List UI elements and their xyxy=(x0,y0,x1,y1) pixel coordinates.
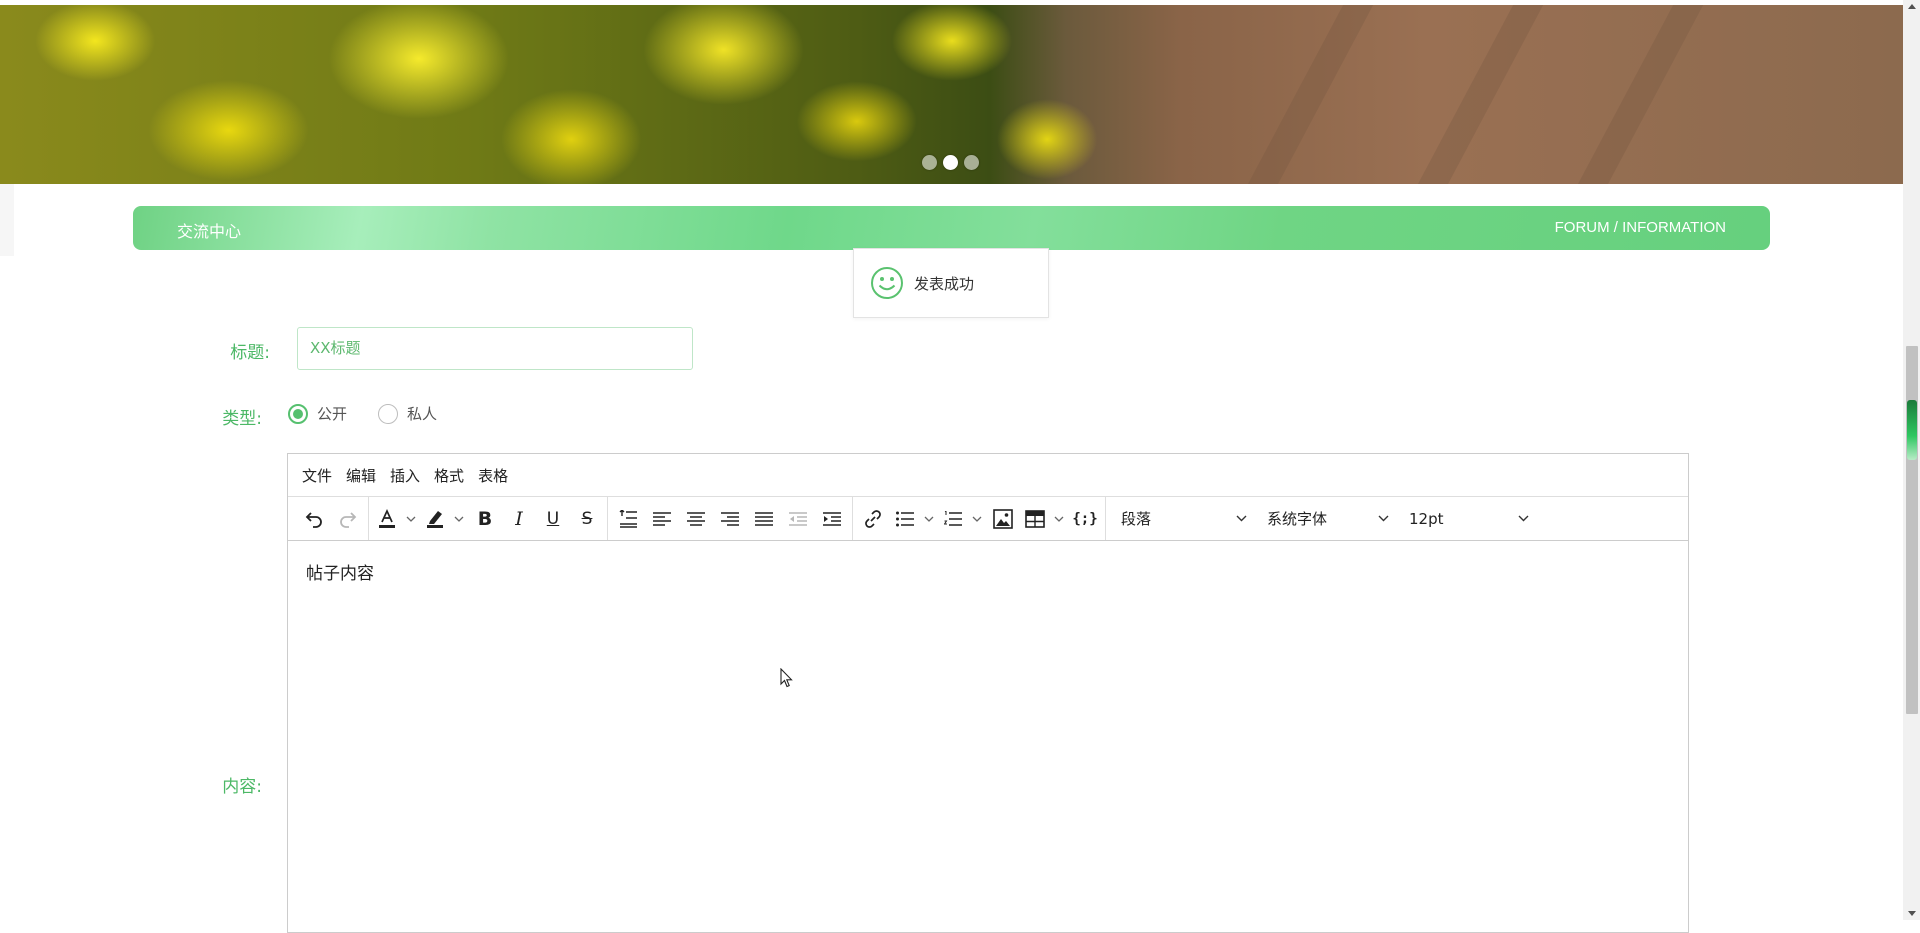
banner-decoration xyxy=(1226,5,1384,184)
font-size-value: 12pt xyxy=(1409,509,1444,528)
menu-edit[interactable]: 编辑 xyxy=(346,465,386,486)
title-input[interactable]: XX标题 xyxy=(297,327,693,370)
page-scrollbar[interactable] xyxy=(1903,0,1920,920)
bullet-list-split[interactable] xyxy=(890,502,938,536)
insert-group: {;} xyxy=(853,497,1106,540)
block-format-select[interactable]: 段落 xyxy=(1109,502,1255,536)
carousel-dots xyxy=(922,155,979,170)
editor-content-area[interactable]: 帖子内容 xyxy=(288,541,1688,602)
carousel-dot-active[interactable] xyxy=(943,155,958,170)
chevron-down-icon xyxy=(1518,515,1529,522)
font-size-select[interactable]: 12pt xyxy=(1397,502,1537,536)
outdent-icon[interactable] xyxy=(781,502,815,536)
radio-private-label: 私人 xyxy=(407,405,438,423)
chevron-down-icon[interactable] xyxy=(920,502,938,536)
text-color-split[interactable] xyxy=(372,502,420,536)
highlight-split[interactable] xyxy=(420,502,468,536)
title-label: 标题: xyxy=(230,343,270,363)
numbered-list-icon[interactable] xyxy=(938,502,968,536)
font-family-select[interactable]: 系统字体 xyxy=(1255,502,1397,536)
menu-table[interactable]: 表格 xyxy=(478,465,518,486)
editor-menubar: 文件 编辑 插入 格式 表格 xyxy=(288,454,1688,497)
radio-public-indicator[interactable] xyxy=(288,403,308,424)
section-subtitle: FORUM / INFORMATION xyxy=(1554,219,1726,236)
chevron-down-icon[interactable] xyxy=(402,502,420,536)
carousel-dot[interactable] xyxy=(964,155,979,170)
italic-icon[interactable]: I xyxy=(502,502,536,536)
text-color-icon[interactable] xyxy=(372,502,402,536)
scroll-progress-indicator xyxy=(1907,400,1917,460)
scroll-down-arrow-icon[interactable] xyxy=(1908,911,1916,916)
align-center-icon[interactable] xyxy=(679,502,713,536)
content-label: 内容: xyxy=(222,777,262,797)
table-icon[interactable] xyxy=(1020,502,1050,536)
history-group xyxy=(294,497,369,540)
align-group xyxy=(608,497,853,540)
menu-insert[interactable]: 插入 xyxy=(390,465,430,486)
chevron-down-icon[interactable] xyxy=(968,502,986,536)
chevron-down-icon xyxy=(1378,515,1389,522)
underline-icon[interactable]: U xyxy=(536,502,570,536)
carousel-dot[interactable] xyxy=(922,155,937,170)
undo-icon[interactable] xyxy=(297,502,331,536)
radio-private[interactable]: 私人 xyxy=(378,403,437,424)
radio-private-indicator[interactable] xyxy=(378,403,398,424)
block-format-value: 段落 xyxy=(1121,510,1152,528)
align-right-icon[interactable] xyxy=(713,502,747,536)
line-height-icon[interactable] xyxy=(611,502,645,536)
indent-icon[interactable] xyxy=(815,502,849,536)
menu-format[interactable]: 格式 xyxy=(434,465,474,486)
radio-public[interactable]: 公开 xyxy=(288,403,347,424)
format-select-group: 段落 系统字体 12pt xyxy=(1106,497,1540,540)
type-label: 类型: xyxy=(222,409,262,429)
redo-icon[interactable] xyxy=(331,502,365,536)
rich-text-editor: 文件 编辑 插入 格式 表格 B I U S {;} 段落 系统字体 12pt … xyxy=(287,453,1689,933)
banner-decoration xyxy=(1396,5,1554,184)
code-sample-icon[interactable]: {;} xyxy=(1068,502,1102,536)
text-style-group: B I U S xyxy=(369,497,608,540)
bold-icon[interactable]: B xyxy=(468,502,502,536)
font-family-value: 系统字体 xyxy=(1267,510,1328,528)
bullet-list-icon[interactable] xyxy=(890,502,920,536)
section-header: 交流中心 FORUM / INFORMATION xyxy=(133,206,1770,250)
align-justify-icon[interactable] xyxy=(747,502,781,536)
editor-toolbar: B I U S {;} 段落 系统字体 12pt xyxy=(288,497,1688,541)
section-title: 交流中心 xyxy=(177,222,242,241)
chevron-down-icon xyxy=(1236,515,1247,522)
menu-file[interactable]: 文件 xyxy=(302,465,342,486)
success-toast: 发表成功 xyxy=(853,248,1049,318)
align-left-icon[interactable] xyxy=(645,502,679,536)
table-split[interactable] xyxy=(1020,502,1068,536)
page-edge xyxy=(0,184,14,256)
numbered-list-split[interactable] xyxy=(938,502,986,536)
radio-public-label: 公开 xyxy=(317,405,348,423)
post-content-text: 帖子内容 xyxy=(306,564,374,584)
mouse-cursor-icon xyxy=(780,668,793,688)
chevron-down-icon[interactable] xyxy=(1050,502,1068,536)
image-icon[interactable] xyxy=(986,502,1020,536)
toast-message: 发表成功 xyxy=(914,274,975,293)
highlight-icon[interactable] xyxy=(420,502,450,536)
chevron-down-icon[interactable] xyxy=(450,502,468,536)
scroll-up-arrow-icon[interactable] xyxy=(1908,4,1916,9)
strikethrough-icon[interactable]: S xyxy=(570,502,604,536)
link-icon[interactable] xyxy=(856,502,890,536)
banner-decoration xyxy=(1556,5,1714,184)
banner-image xyxy=(0,5,1904,184)
smile-icon xyxy=(871,267,903,299)
